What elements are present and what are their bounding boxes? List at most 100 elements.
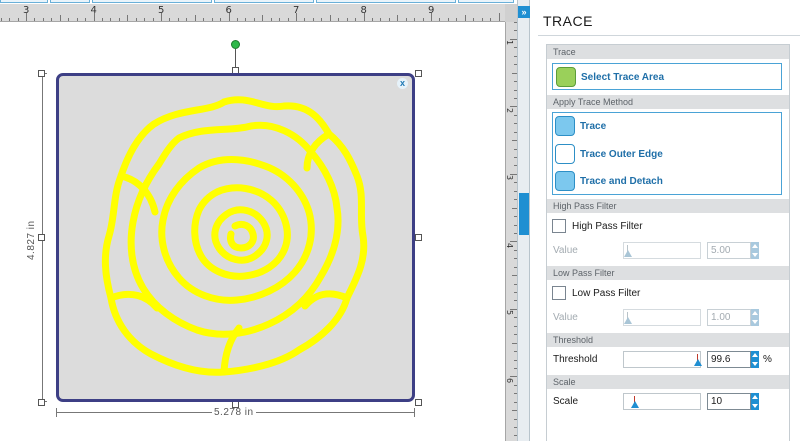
ruler-tick — [473, 18, 475, 21]
high-pass-value-row: Value 5.00 — [553, 242, 787, 260]
resize-handle-s[interactable] — [232, 401, 239, 408]
scale-value-input[interactable]: 10 — [707, 393, 751, 410]
scale-label: Scale — [553, 396, 579, 407]
high-pass-slider[interactable] — [623, 242, 701, 259]
high-pass-stepper[interactable] — [751, 242, 759, 259]
resize-handle-e[interactable] — [415, 234, 422, 241]
trace-and-detach-label: Trace and Detach — [580, 175, 663, 187]
toolbar-tab[interactable] — [50, 0, 90, 3]
resize-handle-se[interactable] — [415, 399, 422, 406]
imported-image[interactable]: x — [56, 73, 415, 402]
ruler-tick — [510, 241, 517, 243]
ruler-tick — [498, 13, 500, 21]
scale-slider[interactable] — [623, 393, 701, 410]
low-pass-label: Low Pass Filter — [572, 287, 641, 299]
height-label: 4.827 in — [26, 220, 37, 260]
threshold-unit: % — [763, 354, 772, 365]
ruler-tick — [51, 18, 53, 21]
trace-options: Trace Select Trace Area Apply Trace Meth… — [546, 44, 790, 441]
ruler-tick — [380, 18, 382, 21]
app-window: 3456789 123456 4.827 in 5.278 in x » TRA… — [0, 0, 800, 441]
ruler-tick — [0, 18, 2, 21]
slider-knob[interactable] — [631, 401, 639, 408]
select-trace-area-button[interactable]: Select Trace Area — [552, 63, 782, 90]
threshold-label: Threshold — [553, 354, 598, 365]
ruler-tick — [236, 18, 238, 21]
ruler-tick — [439, 18, 441, 21]
ruler-tick — [118, 18, 120, 21]
ruler-tick — [203, 18, 205, 21]
select-trace-area-row[interactable]: Select Trace Area — [556, 66, 664, 88]
high-pass-checkbox[interactable] — [552, 219, 566, 233]
scale-stepper[interactable] — [751, 393, 759, 410]
resize-handle-nw[interactable] — [38, 70, 45, 77]
toolbar-tab[interactable] — [0, 0, 48, 3]
rotate-connector — [235, 49, 236, 67]
ruler-tick — [363, 13, 365, 21]
ruler-tick — [177, 18, 179, 21]
ruler-tick — [135, 18, 137, 21]
slider-knob[interactable] — [624, 317, 632, 324]
slider-knob[interactable] — [694, 359, 702, 366]
ruler-tick — [304, 18, 306, 21]
ruler-tick — [26, 13, 27, 21]
resize-handle-ne[interactable] — [415, 70, 422, 77]
ruler-tick — [34, 18, 36, 21]
toolbar-tab[interactable] — [316, 0, 456, 3]
panel-scrollbar[interactable] — [519, 193, 529, 235]
ruler-tick — [431, 13, 432, 21]
threshold-stepper[interactable] — [751, 351, 759, 368]
dimension-cap — [414, 408, 415, 417]
ruler-tick — [194, 15, 196, 21]
ruler-tick — [388, 18, 390, 21]
ruler-tick — [101, 18, 103, 21]
ruler-tick — [220, 18, 222, 21]
trace-label: Trace — [580, 120, 607, 132]
ruler-tick — [481, 18, 483, 21]
trace-and-detach-button[interactable]: Trace and Detach — [555, 170, 663, 192]
ruler-tick — [329, 15, 331, 21]
high-pass-value-input[interactable]: 5.00 — [707, 242, 751, 259]
ruler-tick — [397, 15, 399, 21]
resize-handle-sw[interactable] — [38, 399, 45, 406]
low-pass-value-input[interactable]: 1.00 — [707, 309, 751, 326]
select-area-icon — [556, 67, 576, 87]
toolbar-tab[interactable] — [214, 0, 314, 3]
ruler-tick — [262, 15, 264, 21]
ruler-tick — [228, 13, 230, 21]
section-header-trace: Trace — [547, 45, 789, 59]
threshold-value-input[interactable]: 99.6 — [707, 351, 751, 368]
panel-title: TRACE — [543, 13, 593, 29]
trace-button[interactable]: Trace — [555, 115, 606, 137]
collapse-panel-icon[interactable]: » — [518, 6, 530, 18]
low-pass-slider[interactable] — [623, 309, 701, 326]
trace-outer-edge-button[interactable]: Trace Outer Edge — [555, 143, 663, 165]
low-pass-checkbox-row[interactable]: Low Pass Filter — [552, 285, 640, 301]
ruler-number: 1 — [505, 39, 515, 46]
low-pass-checkbox[interactable] — [552, 286, 566, 300]
high-pass-value-label: Value — [553, 245, 578, 256]
horizontal-ruler: 3456789 — [0, 4, 505, 22]
ruler-tick — [287, 18, 289, 21]
panel-toggle-bar: » — [517, 0, 530, 441]
high-pass-checkbox-row[interactable]: High Pass Filter — [552, 218, 643, 234]
design-canvas[interactable]: 3456789 123456 4.827 in 5.278 in x — [0, 0, 517, 441]
ruler-tick — [355, 18, 357, 21]
section-header-threshold: Threshold — [547, 333, 789, 347]
high-pass-label: High Pass Filter — [572, 220, 643, 232]
ruler-tick — [144, 18, 146, 21]
ruler-tick — [152, 18, 154, 21]
ruler-tick — [42, 18, 44, 21]
slider-knob[interactable] — [624, 250, 632, 257]
low-pass-stepper[interactable] — [751, 309, 759, 326]
ruler-tick — [253, 18, 255, 21]
scale-row: Scale 10 — [553, 393, 787, 411]
toolbar-tab[interactable] — [92, 0, 212, 3]
rotate-handle[interactable] — [231, 40, 240, 49]
toolbar-tab[interactable] — [458, 0, 514, 3]
ruler-tick — [371, 18, 373, 21]
ruler-tick — [270, 18, 272, 21]
resize-handle-w[interactable] — [38, 234, 45, 241]
trace-and-detach-icon — [555, 171, 575, 191]
threshold-slider[interactable] — [623, 351, 702, 368]
